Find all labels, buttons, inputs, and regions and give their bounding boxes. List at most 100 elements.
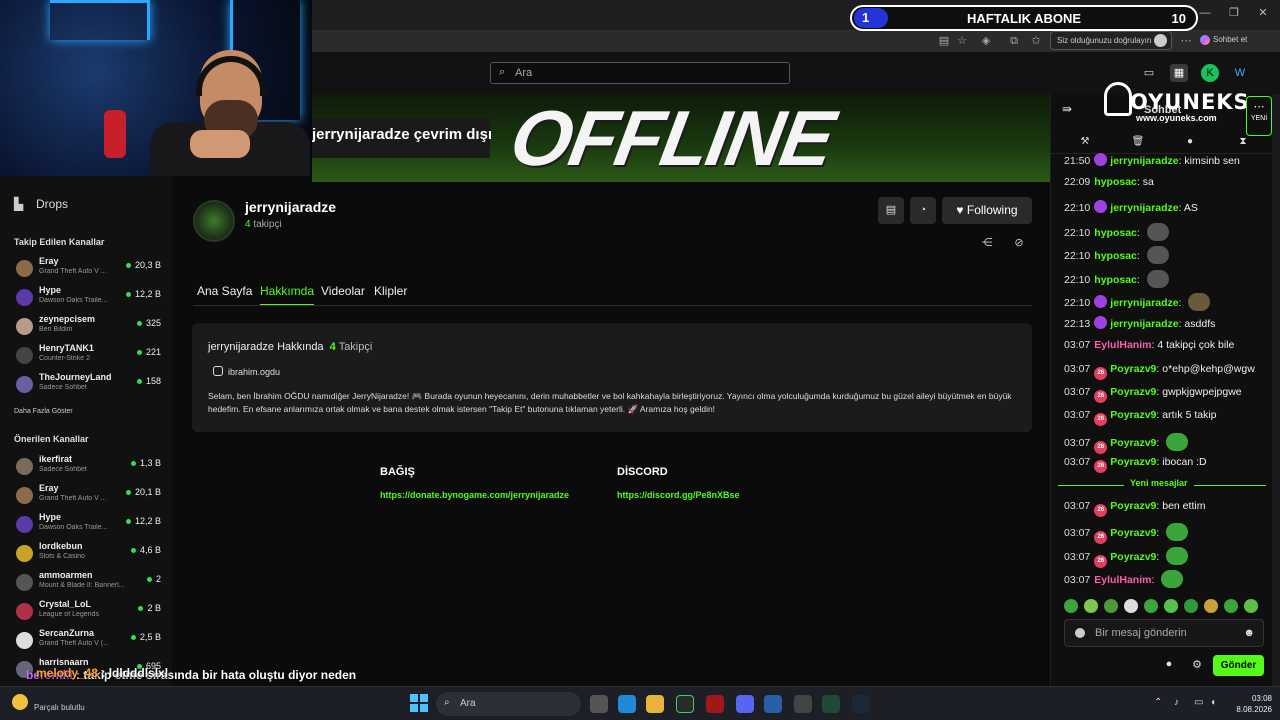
discord-icon[interactable] — [736, 695, 754, 713]
chat-scrollbar[interactable] — [1272, 94, 1280, 686]
donation-link[interactable]: https://donate.bynogame.com/jerrynijarad… — [380, 490, 569, 500]
message-user[interactable]: jerrynijaradze — [1110, 318, 1178, 330]
user-badge-icon — [1094, 316, 1108, 330]
extensions-icon[interactable]: ◈ — [978, 33, 994, 49]
taskbar-clock[interactable]: 03:08 8.08.2026 — [1228, 693, 1272, 715]
new-feature-badge[interactable]: ⋯ YENİ — [1246, 96, 1272, 136]
channel-avatar[interactable] — [193, 200, 235, 242]
hammer-icon[interactable]: ⚒ — [1078, 136, 1092, 150]
recommended-channel-item[interactable]: Crystal_LoL League of Legends 2 B — [14, 598, 164, 626]
discord-link[interactable]: https://discord.gg/Pe8nXBse — [617, 490, 740, 500]
followed-channel-item[interactable]: HenryTANK1 Counter-Strike 2 221 — [14, 342, 164, 370]
chat-rules-icon[interactable]: ● — [1162, 658, 1176, 672]
send-button[interactable]: Gönder — [1213, 655, 1264, 676]
channel-name: Hype — [39, 512, 62, 522]
emote-button[interactable] — [1064, 599, 1078, 613]
share-icon[interactable]: ⋲ — [979, 236, 995, 252]
message-user[interactable]: Poyrazv9 — [1110, 551, 1156, 563]
chat-settings-icon[interactable]: ⚙ — [1190, 658, 1204, 672]
volume-icon[interactable]: ◖ — [1210, 697, 1216, 708]
minimize-button[interactable]: — — [1196, 6, 1214, 20]
followed-channel-item[interactable]: zeynepcisem Ben Bildim 325 — [14, 313, 164, 341]
task-view-icon[interactable] — [590, 695, 608, 713]
tab-home[interactable]: Ana Sayfa — [197, 284, 252, 298]
recommended-channel-item[interactable]: ammoarmen Mount & Blade II: Bannerl... 2 — [14, 569, 164, 597]
followed-channel-item[interactable]: Eray Grand Theft Auto V ... 20,3 B — [14, 255, 164, 283]
message-user[interactable]: jerrynijaradze — [1110, 202, 1178, 214]
mic-tray-icon[interactable]: ♪ — [1174, 697, 1179, 708]
network-icon[interactable]: ▭ — [1194, 697, 1203, 708]
notification-bell-button[interactable]: ◔ — [910, 197, 936, 224]
followed-channel-item[interactable]: Hype Dawson Oaks Traile... 12,2 B — [14, 284, 164, 312]
edge-icon[interactable] — [618, 695, 636, 713]
message-user[interactable]: Poyrazv9 — [1110, 409, 1156, 421]
emote-button[interactable] — [1084, 599, 1098, 613]
emote-button[interactable] — [1124, 599, 1138, 613]
hourglass-icon[interactable]: ⧗ — [1236, 136, 1250, 150]
tab-clips[interactable]: Klipler — [374, 284, 407, 298]
chat-message-input[interactable]: Bir mesaj gönderin ☻ — [1064, 619, 1264, 647]
upwork-icon[interactable] — [676, 695, 694, 713]
message-user[interactable]: Poyrazv9 — [1110, 527, 1156, 539]
emote-button[interactable] — [1224, 599, 1238, 613]
instagram-link[interactable]: ibrahim.ogdu — [213, 366, 280, 377]
split-screen-icon[interactable]: ⧉ — [1006, 33, 1022, 49]
favorite-star-icon[interactable]: ☆ — [954, 33, 970, 49]
tab-videos[interactable]: Videolar — [321, 284, 365, 298]
message-user[interactable]: Poyrazv9 — [1110, 437, 1156, 449]
show-more-link[interactable]: Daha Fazla Göster — [14, 408, 73, 415]
collapse-chat-icon[interactable]: ⇛ — [1062, 102, 1072, 116]
sidebar-item-drops[interactable]: ▙ Drops — [14, 197, 68, 211]
more-menu-icon[interactable]: ⋯ — [1178, 33, 1194, 49]
app-red-icon[interactable] — [706, 695, 724, 713]
message-user[interactable]: Poyrazv9 — [1110, 386, 1156, 398]
file-explorer-icon[interactable] — [646, 695, 664, 713]
weather-icon[interactable] — [12, 694, 28, 710]
weather-label[interactable]: Parçalı bulutlu — [34, 703, 85, 712]
recommended-channel-item[interactable]: SercanZurna Grand Theft Auto V (... 2,5 B — [14, 627, 164, 655]
ea-icon[interactable] — [764, 695, 782, 713]
message-user[interactable]: jerrynijaradze — [1110, 297, 1178, 309]
copilot-button[interactable]: Sohbet et — [1200, 32, 1266, 48]
steam-icon[interactable] — [852, 695, 870, 713]
emote-button[interactable] — [1184, 599, 1198, 613]
recommended-channel-item[interactable]: ikerfirat Sadece Sohbet 1,3 B — [14, 453, 164, 481]
message-user[interactable]: hyposac — [1094, 227, 1137, 239]
trash-icon[interactable]: 🗑 — [1131, 136, 1145, 150]
maximize-button[interactable]: ❐ — [1225, 6, 1243, 20]
tab-about[interactable]: Hakkımda — [260, 284, 315, 306]
hide-icon[interactable]: ⊘ — [1011, 236, 1027, 252]
reader-icon[interactable]: ▤ — [936, 33, 952, 49]
followed-channel-item[interactable]: TheJourneyLand Sadece Sohbet 158 — [14, 371, 164, 399]
gift-sub-button[interactable]: ▤ — [878, 197, 904, 224]
message-user[interactable]: EylulHanim — [1094, 339, 1151, 351]
emote-button[interactable] — [1244, 599, 1258, 613]
close-window-button[interactable]: ✕ — [1254, 6, 1272, 20]
message-user[interactable]: hyposac — [1094, 176, 1137, 188]
start-button[interactable] — [410, 694, 428, 712]
emoji-picker-icon[interactable]: ☻ — [1243, 627, 1255, 639]
message-user[interactable]: hyposac — [1094, 250, 1137, 262]
recommended-channel-item[interactable]: Eray Grand Theft Auto V ... 20,1 B — [14, 482, 164, 510]
message-user[interactable]: Poyrazv9 — [1110, 456, 1156, 468]
kick-app-icon[interactable] — [822, 695, 840, 713]
recommended-channel-item[interactable]: Hype Dawson Oaks Traile... 12,2 B — [14, 511, 164, 539]
message-user[interactable]: Poyrazv9 — [1110, 363, 1156, 375]
message-user[interactable]: Poyrazv9 — [1110, 500, 1156, 512]
emote-button[interactable] — [1164, 599, 1178, 613]
emote-button[interactable] — [1204, 599, 1218, 613]
message-user[interactable]: jerrynijaradze — [1110, 155, 1178, 167]
recommended-channel-item[interactable]: lordkebun Slots & Casino 4,6 B — [14, 540, 164, 568]
settings-app-icon[interactable] — [794, 695, 812, 713]
profile-verify-pill[interactable]: Siz olduğunuzu doğrulayın — [1050, 31, 1172, 50]
taskbar-search[interactable]: ⌕ Ara — [436, 692, 581, 716]
collections-icon[interactable]: ✩ — [1028, 33, 1044, 49]
emote-button[interactable] — [1144, 599, 1158, 613]
message-user[interactable]: hyposac — [1094, 274, 1137, 286]
search-input[interactable]: ⌕ Ara — [490, 62, 790, 84]
tray-expand-icon[interactable]: ⌃ — [1154, 697, 1162, 708]
emote-button[interactable] — [1104, 599, 1118, 613]
message-user[interactable]: EylulHanim — [1094, 574, 1151, 586]
following-button[interactable]: ♥ Following — [942, 197, 1032, 224]
chat-bubble-icon[interactable]: ● — [1183, 136, 1197, 150]
